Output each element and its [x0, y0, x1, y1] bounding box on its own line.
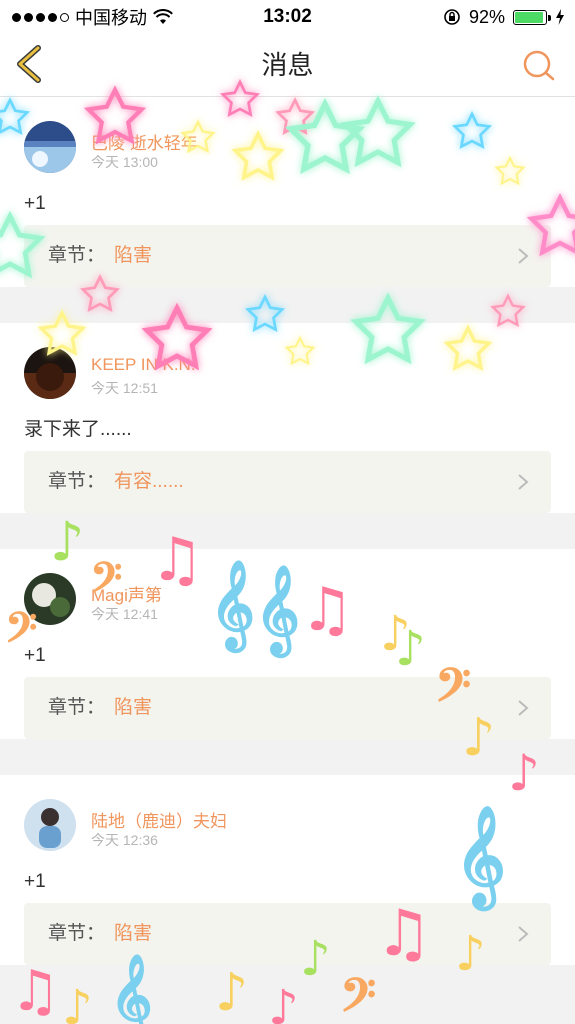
chevron-right-icon	[518, 474, 529, 490]
chapter-label: 章节：	[48, 697, 106, 718]
search-icon[interactable]	[521, 48, 557, 84]
message-content: +1	[24, 871, 46, 892]
message-time: 今天 12:41	[91, 606, 158, 622]
status-right: 92%	[443, 7, 565, 28]
message-card: Magi声第 今天 12:41 +1 章节： 陷害	[0, 549, 575, 739]
avatar[interactable]	[24, 573, 76, 625]
message-card: KEEP IN K.N. 今天 12:51 录下来了...... 章节： 有容.…	[0, 323, 575, 513]
message-card: 巴陵 逝水轻年 今天 13:00 +1 章节： 陷害	[0, 97, 575, 287]
message-time: 今天 13:00	[91, 154, 158, 170]
sender-name[interactable]: KEEP IN K.N.	[91, 355, 196, 375]
sender-name[interactable]: 陆地（鹿迪）夫妇	[91, 807, 227, 832]
chapter-link[interactable]: 章节： 有容......	[24, 451, 551, 513]
divider	[0, 985, 575, 1001]
message-time: 今天 12:51	[91, 380, 158, 396]
wifi-icon	[153, 9, 173, 24]
battery-percent: 92%	[468, 6, 505, 27]
status-left: 中国移动	[12, 4, 173, 30]
page-title: 消息	[261, 50, 314, 80]
message-time: 今天 12:36	[91, 832, 158, 848]
chapter-title: 有容......	[114, 471, 184, 492]
message-list: 巴陵 逝水轻年 今天 13:00 +1 章节： 陷害 KEEP IN K.N. …	[0, 97, 575, 1001]
divider	[0, 307, 575, 323]
divider	[0, 759, 575, 775]
message-content: 录下来了......	[24, 419, 132, 440]
status-bar: 中国移动 13:02 92%	[0, 0, 575, 34]
message-card: 陆地（鹿迪）夫妇 今天 12:36 +1 章节： 陷害	[0, 775, 575, 965]
charging-icon	[556, 9, 564, 25]
chapter-link[interactable]: 章节： 陷害	[24, 225, 551, 287]
signal-strength-icon	[12, 12, 69, 22]
chapter-title: 陷害	[114, 923, 153, 944]
battery-icon	[513, 9, 551, 25]
chapter-link[interactable]: 章节： 陷害	[24, 903, 551, 965]
chevron-right-icon	[518, 926, 529, 942]
avatar[interactable]	[24, 121, 76, 173]
chapter-title: 陷害	[114, 697, 153, 718]
avatar[interactable]	[24, 799, 76, 851]
message-content: +1	[24, 193, 46, 214]
chapter-title: 陷害	[114, 245, 153, 266]
chevron-right-icon	[518, 248, 529, 264]
chapter-label: 章节：	[48, 245, 106, 266]
avatar[interactable]	[24, 347, 76, 399]
chapter-label: 章节：	[48, 471, 106, 492]
rotation-lock-icon	[444, 9, 460, 25]
sender-name[interactable]: 巴陵 逝水轻年	[91, 129, 198, 154]
chapter-link[interactable]: 章节： 陷害	[24, 677, 551, 739]
divider	[0, 533, 575, 549]
carrier-name: 中国移动	[75, 8, 147, 28]
chapter-label: 章节：	[48, 923, 106, 944]
sender-name[interactable]: Magi声第	[91, 581, 162, 606]
chevron-right-icon	[518, 700, 529, 716]
message-content: +1	[24, 645, 46, 666]
nav-bar: 消息	[0, 34, 575, 97]
